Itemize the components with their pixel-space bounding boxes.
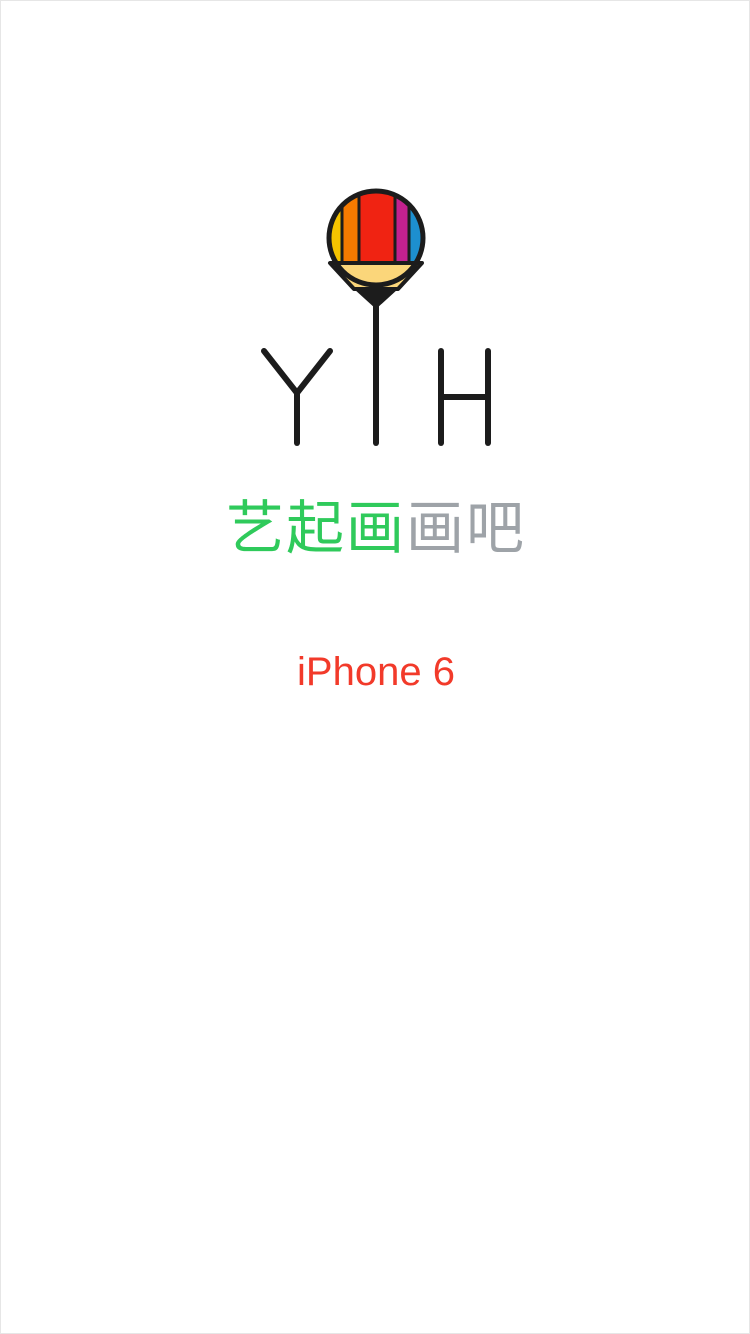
app-name-gray: 画吧 [406,494,527,562]
app-name: 艺起画画吧 [1,493,750,563]
device-label: iPhone 6 [297,650,455,694]
yyh-logo [261,188,491,446]
logo-letter-h [438,348,491,446]
splash-screen: 艺起画画吧 iPhone 6 [0,0,750,1334]
logo-letter-y [261,348,333,446]
app-name-green: 艺起画 [225,494,406,562]
